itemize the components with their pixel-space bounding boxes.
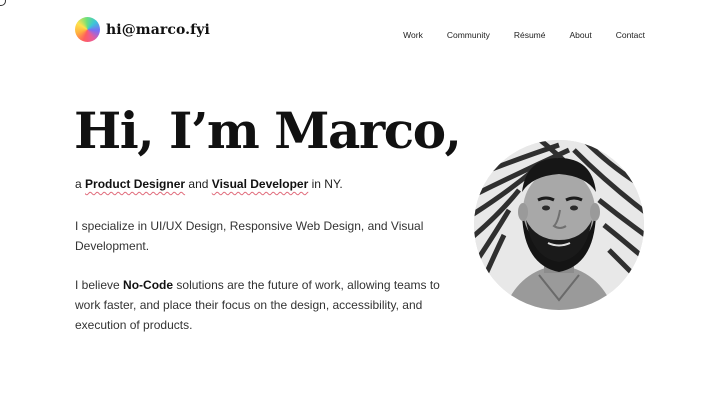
no-code-paragraph: I believe No-Code solutions are the futu… [75,275,445,335]
role-product-designer-link[interactable]: Product Designer [85,177,185,191]
site-header: hi@marco.fyi Work Community Résumé About… [0,0,720,64]
profile-photo [474,140,644,310]
nav-contact[interactable]: Contact [616,30,645,40]
specialty-paragraph: I specialize in UI/UX Design, Responsive… [75,219,424,253]
logo-text: hi@marco.fyi [106,21,210,38]
nav-about[interactable]: About [569,30,591,40]
intro-suffix: in NY. [311,177,343,191]
intro-and: and [188,177,209,191]
intro-line: a Product Designer and Visual Developer … [75,177,343,191]
nav-community[interactable]: Community [447,30,490,40]
hero-title: Hi, I’m Marco, [74,101,462,160]
nav-work[interactable]: Work [403,30,423,40]
nav-resume[interactable]: Résumé [514,30,546,40]
no-code-before: I believe [75,278,120,292]
intro-prefix: a [75,177,82,191]
logo-link[interactable]: hi@marco.fyi [75,17,210,42]
role-visual-developer-link[interactable]: Visual Developer [212,177,309,191]
gradient-logo-icon [75,17,100,42]
no-code-highlight: No-Code [123,278,174,292]
main-nav: Work Community Résumé About Contact [379,30,645,40]
portrait-illustration [474,140,644,310]
